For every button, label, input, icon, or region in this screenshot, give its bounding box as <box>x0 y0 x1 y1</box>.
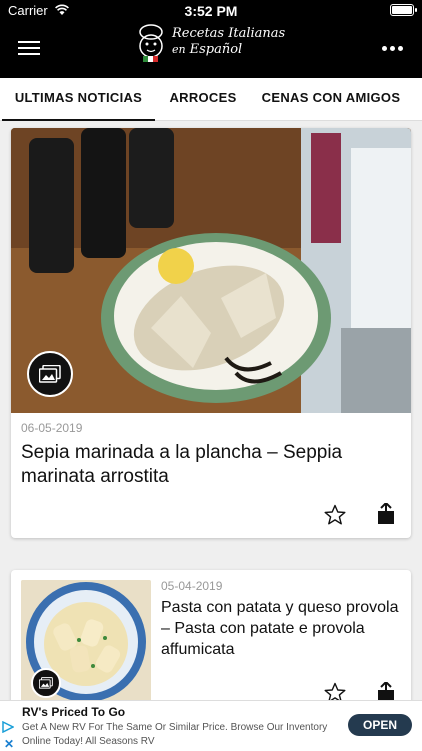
article-date: 06-05-2019 <box>21 421 83 435</box>
tab-arroces[interactable]: ARROCES <box>160 78 246 119</box>
logo-title-line2: en Español <box>172 42 242 57</box>
menu-bar-icon <box>18 47 40 49</box>
tab-ultimas-noticias[interactable]: ULTIMAS NOTICIAS <box>2 78 155 121</box>
app-header: Carrier 3:52 PM Recetas Italianas en Espa… <box>0 0 422 78</box>
article-title[interactable]: Pasta con patata y queso provola – Pasta… <box>161 597 401 660</box>
chef-cat-logo-icon <box>139 24 163 62</box>
gallery-badge <box>27 351 73 397</box>
ad-title: RV's Priced To Go <box>22 705 126 719</box>
logo-title-line1: Recetas Italianas <box>172 26 286 41</box>
logo-title-espanol: Español <box>189 42 243 57</box>
logo-title-en: en <box>172 43 186 56</box>
adchoices-icon[interactable] <box>2 721 14 733</box>
dot-icon <box>390 46 395 51</box>
more-options-button[interactable] <box>382 46 404 52</box>
gallery-badge <box>31 668 61 698</box>
ad-open-button[interactable]: OPEN <box>348 714 412 736</box>
battery-icon <box>390 4 417 16</box>
article-date: 05-04-2019 <box>161 579 223 593</box>
ad-body: Get A New RV For The Same Or Similar Pri… <box>22 722 328 747</box>
status-bar: Carrier 3:52 PM <box>0 0 422 22</box>
dot-icon <box>382 46 387 51</box>
share-icon[interactable] <box>377 503 395 525</box>
gallery-icon <box>39 677 53 689</box>
tab-cenas-con-amigos[interactable]: CENAS CON AMIGOS <box>252 78 410 119</box>
gallery-icon <box>39 365 61 383</box>
article-title[interactable]: Sepia marinada a la plancha – Seppia mar… <box>21 441 391 489</box>
ad-close-icon[interactable]: ✕ <box>4 737 14 751</box>
dot-icon <box>398 46 403 51</box>
app-logo: Recetas Italianas en Español <box>132 22 292 66</box>
menu-bar-icon <box>18 41 40 43</box>
article-card[interactable]: 06-05-2019 Sepia marinada a la plancha –… <box>11 128 411 538</box>
article-card[interactable]: 05-04-2019 Pasta con patata y queso prov… <box>11 570 411 710</box>
ad-banner[interactable]: ✕ RV's Priced To Go Get A New RV For The… <box>0 700 422 751</box>
menu-button[interactable] <box>18 41 40 55</box>
menu-bar-icon <box>18 53 40 55</box>
category-tabs: ULTIMAS NOTICIAS ARROCES CENAS CON AMIGO… <box>0 78 422 121</box>
favorite-star-icon[interactable] <box>324 504 346 526</box>
clock: 3:52 PM <box>184 3 238 19</box>
